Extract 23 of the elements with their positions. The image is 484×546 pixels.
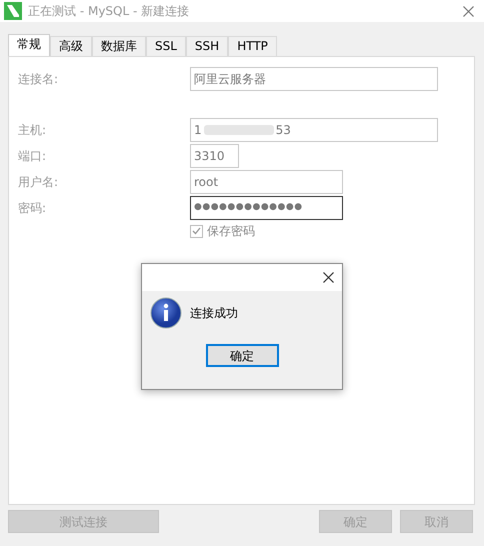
input-field[interactable]: 阿里云服务器: [190, 66, 438, 90]
tab[interactable]: HTTP: [228, 36, 277, 56]
checkbox-label: 保存密码: [207, 223, 255, 240]
message-text: 连接成功: [190, 305, 238, 322]
tab[interactable]: SSL: [146, 36, 186, 56]
password-field[interactable]: ●●●●●●●●●●●●●: [190, 196, 343, 220]
tab[interactable]: 常规: [8, 34, 50, 56]
close-icon[interactable]: [323, 272, 334, 283]
input-field[interactable]: 1 53: [190, 118, 438, 142]
field-label: 连接名:: [18, 70, 60, 88]
field-label: 主机:: [18, 122, 48, 138]
input-field[interactable]: root: [190, 170, 343, 194]
info-icon: [150, 297, 182, 329]
field-label: 密码:: [18, 200, 48, 216]
tab[interactable]: SSH: [186, 36, 228, 56]
tab[interactable]: 高级: [50, 36, 92, 56]
tab[interactable]: 数据库: [92, 36, 146, 56]
ok-button[interactable]: 确定: [206, 344, 278, 367]
checkbox[interactable]: [190, 224, 203, 238]
field-label: 用户名:: [18, 174, 60, 190]
field-label: 端口:: [18, 148, 48, 164]
input-field[interactable]: 3310: [190, 144, 239, 168]
window-title: 正在测试 - MySQL - 新建连接: [28, 3, 190, 20]
